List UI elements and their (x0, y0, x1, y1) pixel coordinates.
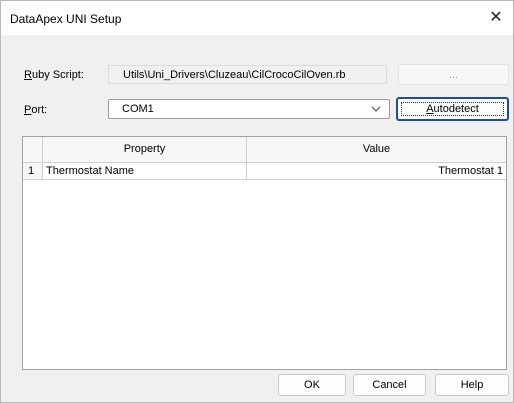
setup-dialog: DataApex UNI Setup ✕ Ruby Script: Utils\… (0, 0, 514, 403)
row-index: 1 (23, 163, 43, 180)
port-select-value: COM1 (122, 103, 154, 115)
chevron-down-icon (371, 106, 381, 112)
column-header-value[interactable]: Value (247, 137, 506, 163)
property-value-cell[interactable]: Thermostat 1 (247, 163, 506, 180)
port-label: Port: (24, 104, 48, 116)
ruby-script-label: Ruby Script: (24, 69, 84, 81)
close-icon[interactable]: ✕ (479, 1, 513, 35)
title-bar: DataApex UNI Setup ✕ (1, 1, 513, 35)
autodetect-button[interactable]: Autodetect (396, 97, 509, 121)
help-button[interactable]: Help (435, 374, 509, 396)
cancel-button[interactable]: Cancel (353, 374, 426, 396)
focus-rectangle (401, 102, 504, 116)
row-index-header (23, 137, 43, 163)
port-select[interactable]: COM1 (108, 99, 390, 119)
ok-button[interactable]: OK (278, 374, 346, 396)
window-title: DataApex UNI Setup (10, 12, 122, 26)
column-header-property[interactable]: Property (43, 137, 247, 163)
browse-script-button[interactable]: ... (398, 64, 509, 85)
property-grid[interactable]: Property Value 1 Thermostat Name Thermos… (22, 136, 507, 370)
ruby-script-path-field: Utils\Uni_Drivers\Cluzeau\CilCrocoCilOve… (108, 65, 387, 84)
property-name-cell[interactable]: Thermostat Name (43, 163, 247, 180)
